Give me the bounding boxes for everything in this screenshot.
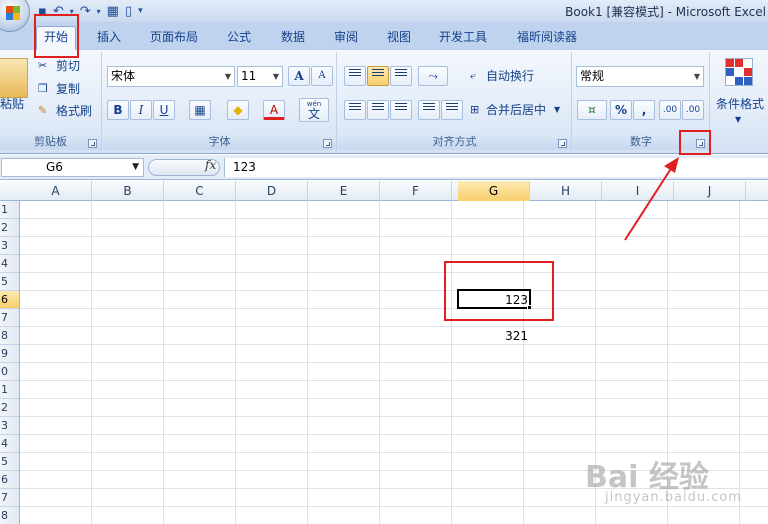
watermark: Bai 经验 jingyan.baidu.com	[585, 452, 755, 512]
annotation-arrow-icon	[624, 157, 679, 241]
office-logo-icon	[6, 6, 20, 20]
watermark-url: jingyan.baidu.com	[605, 490, 742, 505]
